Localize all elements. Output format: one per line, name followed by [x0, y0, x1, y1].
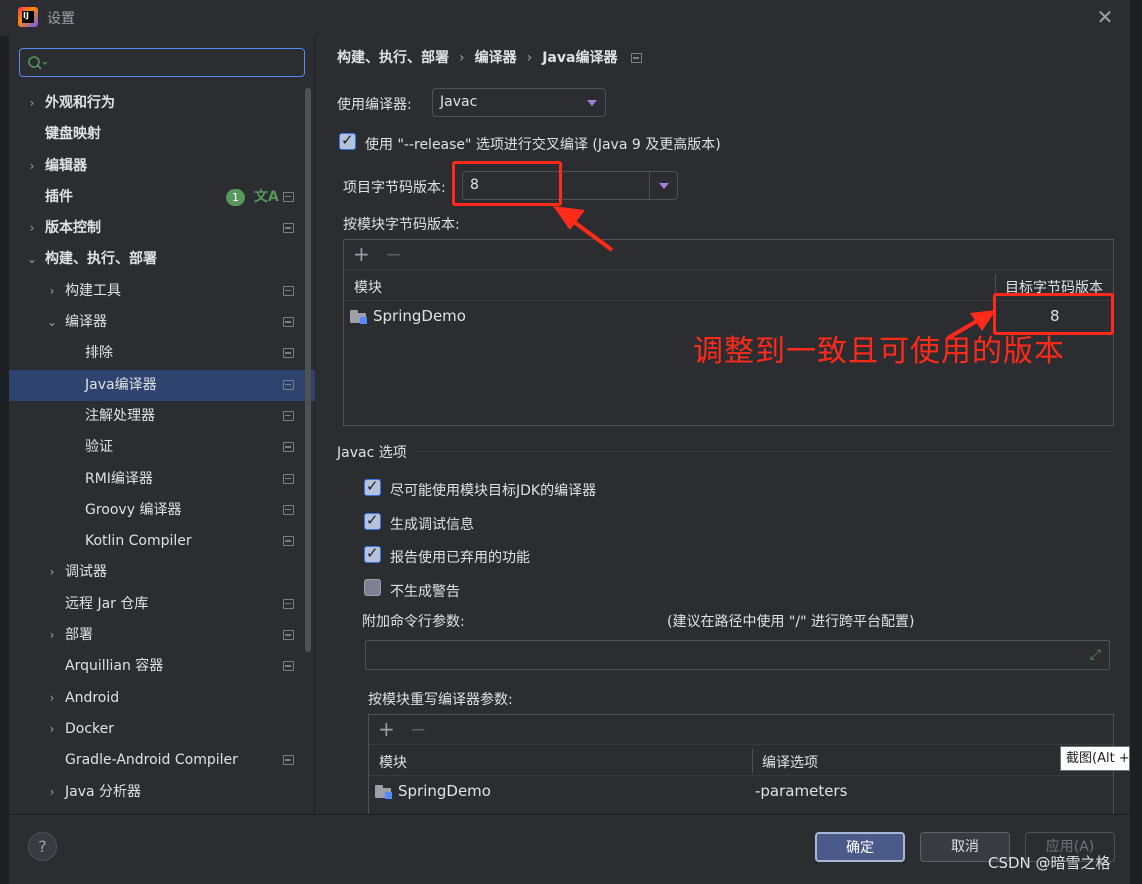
annotation-text: 调整到一致且可使用的版本	[693, 334, 1065, 369]
annotation-arrows	[553, 206, 996, 340]
settings-dialog: IJ 设置 ✕ › 外观和行为 键盘映射 › 编辑器 插件 1 文A › 版本控制 ⌄ 构建、执行、部…	[0, 0, 1142, 884]
screenshot-tooltip: 截图(Alt + A)	[1060, 746, 1130, 771]
